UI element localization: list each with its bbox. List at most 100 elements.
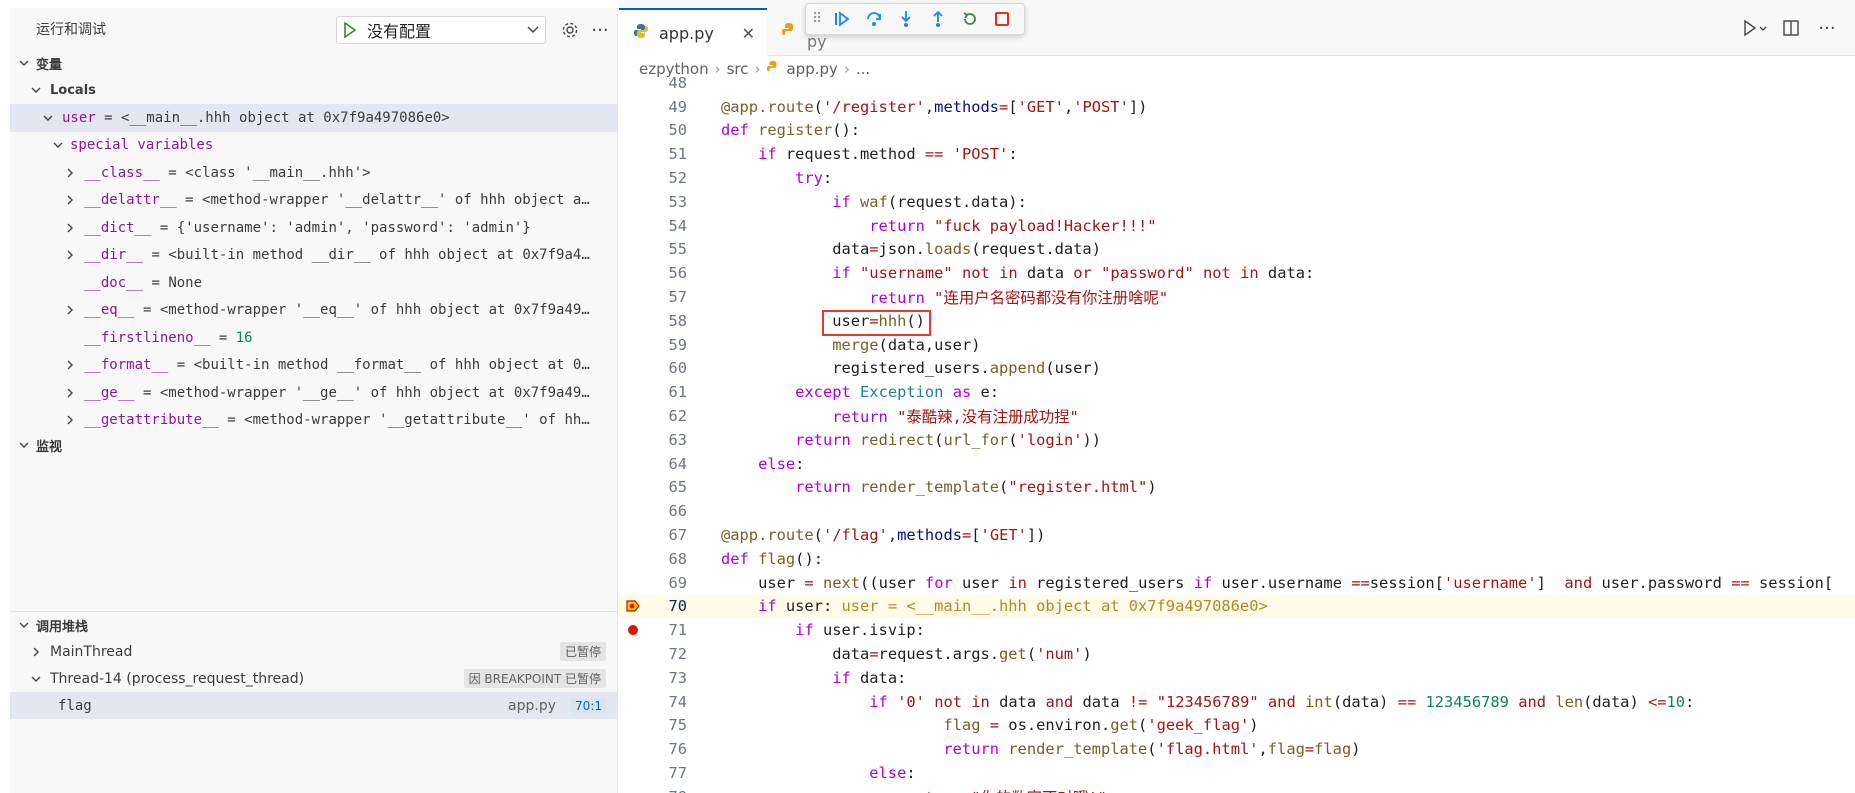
code-line[interactable]: 72 data=request.args.get('num') bbox=[619, 642, 1855, 666]
code-text: data=request.args.get('num') bbox=[721, 645, 1092, 664]
code-line[interactable]: 69 user = next((user for user in registe… bbox=[619, 571, 1855, 595]
line-number: 56 bbox=[668, 264, 687, 283]
continue-icon[interactable] bbox=[826, 5, 858, 33]
code-line[interactable]: 71 if user.isvip: bbox=[619, 618, 1855, 642]
special-variable-row[interactable]: __dict__ = {'username': 'admin', 'passwo… bbox=[10, 214, 617, 242]
special-variables-label: special variables bbox=[70, 137, 214, 154]
line-number: 60 bbox=[668, 359, 687, 378]
close-icon[interactable]: ✕ bbox=[742, 24, 755, 43]
more-actions-icon[interactable]: ··· bbox=[588, 18, 612, 42]
variable-value: <built-in method __dir__ of hhh object a… bbox=[168, 247, 590, 264]
code-line[interactable]: 54 return "fuck payload!Hacker!!!" bbox=[619, 214, 1855, 238]
code-line[interactable]: 62 return "泰酷辣,没有注册成功捏" bbox=[619, 404, 1855, 428]
code-line[interactable]: 70 if user: user = <__main__.hhh object … bbox=[619, 594, 1855, 619]
variable-value: <method-wrapper '__ge__' of hhh object a… bbox=[159, 384, 590, 401]
chevron-down-icon bbox=[16, 617, 32, 633]
step-out-icon[interactable] bbox=[922, 5, 954, 33]
code-line[interactable]: 66 bbox=[619, 499, 1855, 523]
code-line[interactable]: 78 return "你的数字不对哦!" bbox=[619, 785, 1855, 793]
debug-toolbar: ⠿ bbox=[805, 3, 1025, 35]
gear-icon[interactable] bbox=[558, 18, 582, 42]
code-line[interactable]: 61 except Exception as e: bbox=[619, 380, 1855, 404]
code-text: else: bbox=[869, 764, 916, 782]
step-over-icon[interactable] bbox=[858, 5, 890, 33]
code-line[interactable]: 76 return render_template('flag.html',fl… bbox=[619, 737, 1855, 761]
locals-scope[interactable]: Locals bbox=[10, 76, 617, 104]
code-line[interactable]: 52 try: bbox=[619, 166, 1855, 190]
code-line[interactable]: 77 else: bbox=[619, 761, 1855, 785]
special-variable-row[interactable]: __getattribute__ = <method-wrapper '__ge… bbox=[10, 407, 617, 435]
stop-icon[interactable] bbox=[986, 5, 1018, 33]
special-variable-row[interactable]: __firstlineno__ = 16 bbox=[10, 324, 617, 352]
drag-handle-icon[interactable]: ⠿ bbox=[812, 11, 826, 27]
variable-name: __firstlineno__ bbox=[84, 329, 211, 346]
watch-title: 监视 bbox=[36, 439, 63, 455]
code-line[interactable]: 73 if data: bbox=[619, 666, 1855, 690]
code-text: except Exception as e: bbox=[795, 383, 1000, 402]
line-number: 51 bbox=[668, 145, 687, 164]
watch-section-header[interactable]: 监视 bbox=[10, 432, 618, 458]
code-line[interactable]: 48 bbox=[619, 71, 1855, 95]
thread-14[interactable]: Thread-14 (process_request_thread) 因 BRE… bbox=[10, 665, 618, 692]
special-variable-row[interactable]: __dir__ = <built-in method __dir__ of hh… bbox=[10, 242, 617, 270]
line-number: 70 bbox=[668, 597, 687, 616]
code-text: if request.method == 'POST': bbox=[758, 145, 1018, 164]
line-number: 67 bbox=[668, 526, 687, 545]
special-variable-row[interactable]: __ge__ = <method-wrapper '__ge__' of hhh… bbox=[10, 379, 617, 407]
code-line[interactable]: 51 if request.method == 'POST': bbox=[619, 142, 1855, 166]
code-line[interactable]: 53 if waf(request.data): bbox=[619, 190, 1855, 214]
code-text: def flag(): bbox=[721, 549, 823, 568]
code-line[interactable]: 64 else: bbox=[619, 452, 1855, 476]
special-variable-row[interactable]: __delattr__ = <method-wrapper '__delattr… bbox=[10, 187, 617, 215]
thread-main[interactable]: MainThread 已暂停 bbox=[10, 638, 618, 665]
watch-section: 监视 bbox=[10, 432, 618, 616]
variable-value: <method-wrapper '__eq__' of hhh object a… bbox=[159, 302, 590, 319]
line-number: 61 bbox=[668, 383, 687, 402]
code-line[interactable]: 60 registered_users.append(user) bbox=[619, 357, 1855, 381]
special-variable-row[interactable]: __eq__ = <method-wrapper '__eq__' of hhh… bbox=[10, 297, 617, 325]
line-number: 73 bbox=[668, 668, 687, 687]
code-text: @app.route('/flag',methods=['GET']) bbox=[721, 526, 1046, 545]
variable-user[interactable]: user = <__main__.hhh object at 0x7f9a497… bbox=[10, 104, 617, 132]
launch-config-select[interactable]: 没有配置 bbox=[336, 16, 546, 44]
code-line[interactable]: 74 if '0' not in data and data != "12345… bbox=[619, 690, 1855, 714]
code-line[interactable]: 67 @app.route('/flag',methods=['GET']) bbox=[619, 523, 1855, 547]
code-area[interactable]: 48 49 @app.route('/register',methods=['GET… bbox=[619, 71, 1855, 793]
split-editor-icon[interactable] bbox=[1773, 14, 1809, 42]
code-line[interactable]: 58 user=hhh() bbox=[619, 309, 1855, 336]
code-line[interactable]: 59 merge(data,user) bbox=[619, 333, 1855, 357]
code-line[interactable]: 49 @app.route('/register',methods=['GET',… bbox=[619, 95, 1855, 119]
callstack-section-header[interactable]: 调用堆栈 bbox=[10, 612, 618, 638]
breakpoint-icon[interactable] bbox=[619, 624, 647, 636]
code-line[interactable]: 75 flag = os.environ.get('geek_flag') bbox=[619, 714, 1855, 738]
variables-section-header[interactable]: 变量 bbox=[10, 50, 617, 76]
code-line[interactable]: 50 def register(): bbox=[619, 119, 1855, 143]
tab-app-py[interactable]: app.py ✕ bbox=[619, 8, 767, 56]
restart-icon[interactable] bbox=[954, 5, 986, 33]
code-text: return "泰酷辣,没有注册成功捏" bbox=[832, 408, 1079, 427]
code-line[interactable]: 56 if "username" not in data or "passwor… bbox=[619, 261, 1855, 285]
special-variable-row[interactable]: __class__ = <class '__main__.hhh'> bbox=[10, 159, 617, 187]
special-variable-row[interactable]: __doc__ = None bbox=[10, 269, 617, 297]
code-line[interactable]: 68 def flag(): bbox=[619, 547, 1855, 571]
step-into-icon[interactable] bbox=[890, 5, 922, 33]
code-text: if user.isvip: bbox=[795, 621, 925, 640]
code-line[interactable]: 55 data=json.loads(request.data) bbox=[619, 238, 1855, 262]
variables-title: 变量 bbox=[36, 57, 63, 73]
editor: app.py ✕ …py ⠿ bbox=[619, 0, 1855, 793]
special-variable-row[interactable]: __format__ = <built-in method __format__… bbox=[10, 352, 617, 380]
code-line[interactable]: 65 return render_template("register.html… bbox=[619, 476, 1855, 500]
code-line[interactable]: 63 return redirect(url_for('login')) bbox=[619, 428, 1855, 452]
chevron-down-icon bbox=[50, 137, 66, 153]
line-number: 55 bbox=[668, 240, 687, 259]
sidebar-header: 运行和调试 没有配置 ··· bbox=[10, 8, 617, 50]
more-actions-icon[interactable]: ··· bbox=[1809, 14, 1845, 42]
code-line[interactable]: 57 return "连用户名密码都没有你注册啥呢" bbox=[619, 285, 1855, 309]
code-text: return "你的数字不对哦!" bbox=[687, 786, 1106, 793]
stack-frame-flag[interactable]: flag app.py 70:1 bbox=[10, 692, 618, 719]
chevron-right-icon bbox=[62, 302, 78, 318]
run-debug-dropdown-icon[interactable] bbox=[1737, 14, 1773, 42]
current-breakpoint-icon[interactable] bbox=[619, 599, 647, 613]
start-debugging-icon[interactable] bbox=[337, 22, 363, 38]
special-variables-group[interactable]: special variables bbox=[10, 132, 617, 160]
